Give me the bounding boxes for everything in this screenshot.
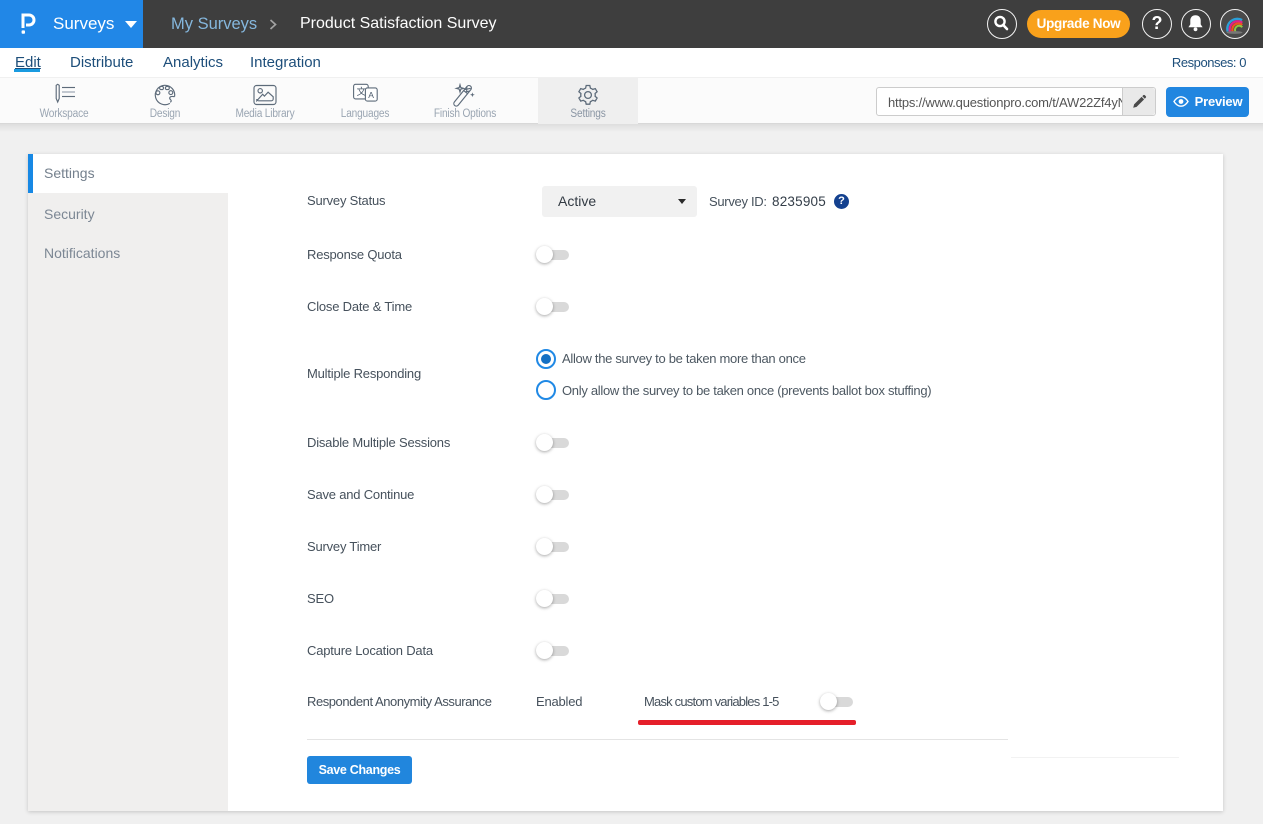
svg-text:A: A [368,90,374,100]
